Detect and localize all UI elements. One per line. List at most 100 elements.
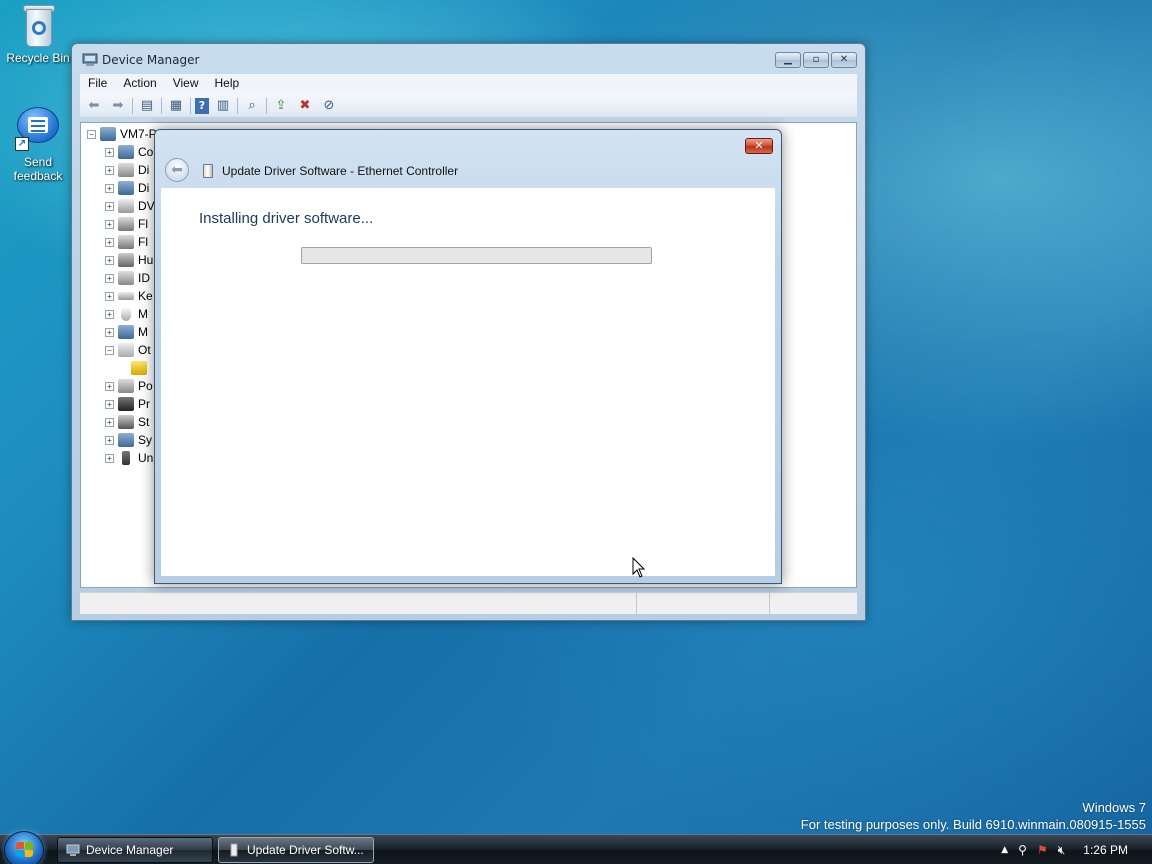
expand-icon[interactable]: + [105, 237, 114, 247]
status-pane-2 [637, 593, 770, 614]
hid-icon [118, 253, 134, 267]
tree-item-label: Fl [138, 217, 148, 231]
taskbar-device-manager-label: Device Manager [86, 843, 174, 857]
tree-item-label: ID [138, 271, 150, 285]
tree-item-label: St [138, 415, 150, 429]
show-hide-tree-icon[interactable]: ▤ [137, 97, 157, 115]
mouse-icon [121, 307, 131, 321]
collapse-icon[interactable]: − [105, 345, 114, 355]
usb-icon [122, 451, 130, 465]
expand-icon[interactable]: + [105, 399, 114, 409]
action-center-icon[interactable]: ⚑ [1037, 843, 1048, 857]
send-feedback-shortcut[interactable]: ↗ Send feedback [3, 107, 73, 183]
expand-icon[interactable]: + [105, 147, 114, 157]
dialog-title: Update Driver Software - Ethernet Contro… [222, 164, 459, 178]
update-driver-icon[interactable]: ⇪ [271, 97, 291, 115]
watermark-os: Windows 7 [1082, 800, 1146, 815]
uninstall-icon[interactable]: ✖ [295, 97, 315, 115]
show-hidden-icons-icon[interactable]: ▲ [1001, 845, 1008, 855]
scan-hardware-icon[interactable]: ⌕ [242, 97, 262, 115]
tree-item-label: Ot [138, 343, 151, 357]
build-watermark: Windows 7 For testing purposes only. Bui… [801, 799, 1146, 833]
menu-file[interactable]: File [80, 74, 115, 94]
expand-icon[interactable]: + [105, 165, 114, 175]
tree-item-label: Po [138, 379, 153, 393]
ide-controller-icon [118, 271, 134, 285]
expand-icon[interactable]: + [105, 273, 114, 283]
status-pane-main [80, 593, 637, 614]
collapse-icon[interactable]: − [87, 129, 96, 139]
feedback-icon: ↗ [15, 107, 61, 153]
expand-icon[interactable]: + [105, 183, 114, 193]
taskbar-update-driver[interactable]: Update Driver Softw... [218, 837, 374, 863]
expand-icon[interactable]: + [105, 381, 114, 391]
clock[interactable]: 1:26 PM [1083, 843, 1128, 857]
menu-action[interactable]: Action [115, 74, 164, 94]
send-feedback-label: Send feedback [13, 155, 63, 183]
system-tray: ▲ ⚲ ⚑ 🔇︎ 1:26 PM [1001, 835, 1152, 864]
floppy-drive-icon [118, 235, 134, 249]
properties-icon[interactable]: ▦ [166, 97, 186, 115]
status-bar [80, 592, 857, 614]
tree-item-label: Fl [138, 235, 148, 249]
installing-status: Installing driver software... [199, 210, 374, 227]
toolbar-separator [266, 97, 267, 114]
other-devices-icon [118, 343, 134, 357]
back-arrow-icon[interactable]: ⬅ [84, 97, 104, 115]
tree-item-label: Di [138, 163, 150, 177]
keyboard-icon [118, 292, 134, 300]
recycle-bin-shortcut[interactable]: Recycle Bin [3, 3, 73, 65]
dialog-close-button[interactable]: ✕ [745, 138, 773, 154]
expand-icon[interactable]: + [105, 327, 114, 337]
expand-icon[interactable]: + [105, 435, 114, 445]
toolbar-separator [161, 97, 162, 114]
expand-icon[interactable]: + [105, 201, 114, 211]
menu-view[interactable]: View [165, 74, 207, 94]
network-adapter-icon [230, 843, 238, 857]
tree-item-label: M [138, 325, 148, 339]
help-icon[interactable]: ? [195, 97, 209, 114]
tree-item-label: M [138, 307, 148, 321]
watermark-build: For testing purposes only. Build 6910.wi… [800, 817, 1146, 832]
computer-icon [118, 145, 134, 159]
close-button[interactable]: ✕ [831, 52, 857, 68]
back-button[interactable]: ⬅ [165, 158, 189, 182]
device-manager-icon [66, 844, 80, 856]
device-manager-titlebar[interactable]: Device Manager ▁ ▫ ✕ [72, 44, 865, 74]
tree-root-label: VM7-P [120, 127, 157, 141]
monitor-icon [118, 325, 134, 339]
minimize-button[interactable]: ▁ [775, 52, 801, 68]
volume-muted-icon[interactable]: 🔇︎ [1058, 843, 1066, 858]
network-icon[interactable]: ⚲ [1018, 843, 1027, 857]
tree-item-label: Sy [138, 433, 153, 447]
dialog-body: Installing driver software... [161, 188, 775, 576]
tree-item-label: Di [138, 181, 150, 195]
tree-item-label: Co [138, 145, 154, 159]
forward-arrow-icon[interactable]: ➡ [108, 97, 128, 115]
expand-icon[interactable]: + [105, 417, 114, 427]
disable-device-icon[interactable]: ⊘ [319, 97, 339, 115]
ports-icon [118, 379, 134, 393]
recycle-bin-label: Recycle Bin [6, 51, 70, 65]
start-button[interactable] [4, 831, 44, 864]
maximize-button[interactable]: ▫ [803, 52, 829, 68]
tree-item-label: Un [138, 451, 154, 465]
action-pane-icon[interactable]: ▥ [213, 97, 233, 115]
taskbar-device-manager[interactable]: Device Manager [57, 837, 213, 863]
disk-drive-icon [118, 163, 134, 177]
computer-icon [100, 127, 116, 141]
install-progress-bar [301, 247, 652, 264]
system-devices-icon [118, 433, 134, 447]
menu-help[interactable]: Help [207, 74, 248, 94]
expand-icon[interactable]: + [105, 309, 114, 319]
tree-item-label: Ke [138, 289, 153, 303]
expand-icon[interactable]: + [105, 255, 114, 265]
menu-bar: File Action View Help [80, 74, 857, 94]
warning-device-icon [131, 361, 147, 375]
taskbar-update-driver-label: Update Driver Softw... [247, 843, 364, 857]
expand-icon[interactable]: + [105, 453, 114, 463]
network-adapter-icon [203, 164, 213, 178]
window-title: Device Manager [102, 53, 200, 67]
expand-icon[interactable]: + [105, 219, 114, 229]
expand-icon[interactable]: + [105, 291, 114, 301]
